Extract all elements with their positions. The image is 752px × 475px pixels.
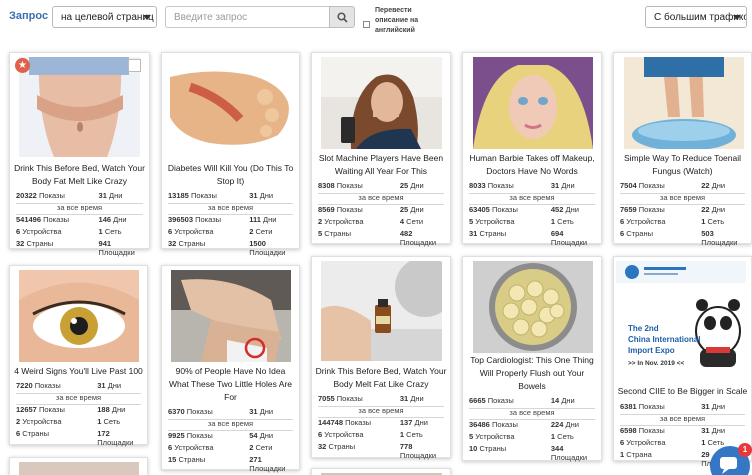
all-time-divider: за все время xyxy=(318,406,444,418)
all-time-divider: за все время xyxy=(469,408,595,420)
ad-stats: 6370 Показы 31 Дни за все время 9925 Пока… xyxy=(168,407,293,473)
ad-card[interactable]: The 2nd China International Import Expo … xyxy=(613,256,752,468)
ad-stats: 7504 Показы 22 Дни за все время 7659 Пока… xyxy=(620,181,745,247)
ad-title[interactable]: Second CIIE to Be Bigger in Scale xyxy=(617,385,748,398)
ad-thumbnail[interactable] xyxy=(321,261,442,361)
all-time-divider: за все время xyxy=(16,393,141,405)
ad-thumbnail[interactable] xyxy=(321,57,442,149)
all-time-divider: за все время xyxy=(318,193,444,205)
ad-title[interactable]: Drink This Before Bed, Watch Your Body F… xyxy=(13,162,146,188)
toolbar: Запрос на целевой страниц Введите запрос… xyxy=(0,0,752,48)
ad-title[interactable]: 90% of People Have No Idea What These Tw… xyxy=(165,365,296,404)
ad-thumbnail[interactable] xyxy=(170,57,292,149)
ad-thumbnail[interactable]: The 2nd China International Import Expo … xyxy=(616,261,746,378)
all-time-divider: за все время xyxy=(168,419,293,431)
ad-stats: 7055 Показы 31 Дни за все время 144748 По… xyxy=(318,394,444,460)
chevron-down-icon xyxy=(143,15,151,20)
ad-card[interactable]: 4 Weird Signs You'll Live Past 100 7220 … xyxy=(9,265,148,447)
ad-title[interactable]: Human Barbie Takes off Makeup, Doctors H… xyxy=(466,152,598,178)
all-time-divider: за все время xyxy=(620,193,745,205)
ad-card[interactable] xyxy=(311,468,451,475)
query-label: Запрос xyxy=(9,10,49,22)
target-select[interactable]: на целевой страниц xyxy=(52,6,157,28)
ad-thumbnail[interactable] xyxy=(19,270,139,362)
ad-thumbnail[interactable] xyxy=(19,462,139,475)
ad-card[interactable]: Simple Way To Reduce Toenail Fungus (Wat… xyxy=(613,52,752,247)
ad-card[interactable]: 90% of People Have No Idea What These Tw… xyxy=(161,265,300,473)
all-time-divider: за все время xyxy=(620,414,745,426)
ad-thumbnail[interactable] xyxy=(171,270,291,362)
all-time-divider: за все время xyxy=(16,203,143,215)
ad-title[interactable]: 4 Weird Signs You'll Live Past 100 xyxy=(13,365,144,378)
ad-card[interactable]: Top Cardiologist: This One Thing Will Pr… xyxy=(462,256,602,462)
ad-stats: 8033 Показы 31 Дни за все время 63405 Пок… xyxy=(469,181,595,247)
select-checkbox[interactable] xyxy=(128,59,141,72)
ad-thumbnail[interactable] xyxy=(473,261,593,353)
translate-checkbox[interactable] xyxy=(363,21,370,28)
ad-title[interactable]: Slot Machine Players Have Been Waiting A… xyxy=(315,152,447,178)
ad-title[interactable]: Drink This Before Bed, Watch Your Body M… xyxy=(315,365,447,391)
ad-thumbnail[interactable] xyxy=(473,57,593,149)
translate-label: Перевести описание на английский xyxy=(375,7,419,34)
traffic-select[interactable]: С большим трафиком xyxy=(645,6,747,28)
ad-card[interactable]: Human Barbie Takes off Makeup, Doctors H… xyxy=(462,52,602,247)
chevron-down-icon xyxy=(733,15,741,20)
notification-badge: 1 xyxy=(738,443,752,457)
all-time-divider: за все время xyxy=(469,193,595,205)
ad-thumbnail[interactable] xyxy=(624,57,744,149)
search-input[interactable]: Введите запрос xyxy=(165,6,330,28)
page: { "toolbar": { "query_label": "Запрос", … xyxy=(0,0,752,475)
search-button[interactable] xyxy=(329,6,355,28)
ad-stats: 13185 Показы 31 Дни за все время 396503 П… xyxy=(168,191,293,257)
favorite-star-icon[interactable]: ★ xyxy=(15,58,30,73)
ad-stats: 8308 Показы 25 Дни за все время 8569 Пока… xyxy=(318,181,444,247)
ad-title[interactable]: Top Cardiologist: This One Thing Will Pr… xyxy=(466,354,598,393)
ad-card[interactable]: Slot Machine Players Have Been Waiting A… xyxy=(311,52,451,247)
ad-thumbnail[interactable] xyxy=(19,57,140,157)
ad-card[interactable] xyxy=(9,457,148,475)
ad-title[interactable]: Diabetes Will Kill You (Do This To Stop … xyxy=(165,162,296,188)
ad-stats: 20322 Показы 31 Дни за все время 541496 П… xyxy=(16,191,143,257)
search-icon xyxy=(337,12,348,23)
ad-stats: 7220 Показы 31 Дни за все время 12657 Пок… xyxy=(16,381,141,447)
ad-card[interactable]: Drink This Before Bed, Watch Your Body M… xyxy=(311,256,451,460)
ad-card[interactable]: ★ Drink This Before Bed, Watch Your Body… xyxy=(9,52,150,257)
ciie-banner-text: The 2nd China International Import Expo … xyxy=(628,324,701,367)
all-time-divider: за все время xyxy=(168,203,293,215)
ad-stats: 6665 Показы 14 Дни за все время 36486 Пок… xyxy=(469,396,595,462)
ad-title[interactable]: Simple Way To Reduce Toenail Fungus (Wat… xyxy=(617,152,748,178)
ad-card[interactable]: Diabetes Will Kill You (Do This To Stop … xyxy=(161,52,300,257)
